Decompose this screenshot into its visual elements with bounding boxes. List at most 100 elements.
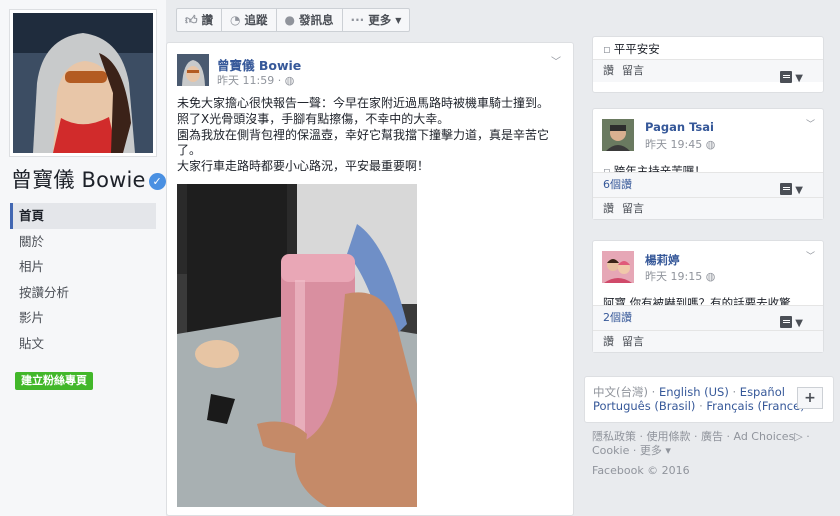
footer-link-terms[interactable]: 使用條款: [647, 430, 691, 443]
reply-link[interactable]: 留言: [622, 335, 644, 348]
more-label: 更多: [368, 13, 392, 27]
language-link-portuguese[interactable]: Português (Brasil): [593, 399, 695, 413]
caret-down-icon: ▼: [795, 318, 803, 329]
comment-footer: 2個讚 ▼ 讚留言: [593, 305, 823, 352]
ellipsis-icon: ···: [350, 13, 365, 27]
nav-item-home[interactable]: 首頁: [10, 203, 156, 229]
create-page-button[interactable]: 建立粉絲專頁: [15, 372, 93, 390]
comment-timestamp[interactable]: 昨天 19:15 ◍: [645, 268, 715, 284]
globe-icon: ◍: [705, 138, 716, 151]
adchoices-icon: ▷: [794, 430, 803, 443]
page-action-bar: 👍︎ 讚 ◔ 追蹤 ● 發訊息 ··· 更多 ▼: [176, 8, 411, 32]
reply-link[interactable]: 留言: [622, 64, 644, 77]
comment-footer: 讚留言 ▼: [593, 59, 823, 84]
current-language: 中文(台灣): [593, 385, 648, 399]
comment-timestamp[interactable]: 昨天 19:45 ◍: [645, 136, 715, 152]
language-link-french[interactable]: Français (France): [706, 399, 804, 413]
commenter-name[interactable]: 楊莉婷: [645, 252, 680, 268]
like-link[interactable]: 讚: [603, 64, 614, 77]
commenter-name[interactable]: Pagan Tsai: [645, 120, 714, 134]
comment-options-chevron-icon[interactable]: ﹀: [806, 249, 815, 262]
follow-label: 追蹤: [244, 13, 268, 27]
commenter-avatar[interactable]: [602, 251, 634, 283]
add-language-button[interactable]: +: [797, 387, 823, 409]
nav-item-posts[interactable]: 貼文: [10, 331, 156, 357]
footer-link-privacy[interactable]: 隱私政策: [592, 430, 636, 443]
comment-time-text: 昨天 19:15: [645, 270, 703, 283]
footer-link-cookie[interactable]: Cookie: [592, 444, 629, 457]
list-icon: [780, 316, 793, 328]
footer-link-ads[interactable]: 廣告: [701, 430, 723, 443]
comment-header: 楊莉婷 昨天 19:15 ◍ ﹀: [593, 241, 823, 293]
comment-card: ▫ 平平安安 讚留言 ▼: [592, 36, 824, 93]
comment-header: Pagan Tsai 昨天 19:45 ◍ ﹀: [593, 109, 823, 161]
post-timestamp[interactable]: 昨天 11:59 · ◍: [217, 72, 294, 88]
reactions-selector[interactable]: ▼: [780, 179, 803, 203]
post-text-line: 未免大家擔心很快報告一聲：今早在家附近過馬路時被機車騎士撞到。: [177, 96, 550, 110]
verified-check-icon: ✓: [148, 173, 166, 190]
like-page-button[interactable]: 👍︎ 讚: [176, 8, 223, 32]
comment-card: Pagan Tsai 昨天 19:45 ◍ ﹀ ▫ 跨年主持辛苦囉！ 6個讚 ▼ …: [592, 108, 824, 220]
nav-item-likes[interactable]: 按讚分析: [10, 280, 156, 306]
post-author-avatar[interactable]: [177, 54, 209, 86]
rss-icon: ◔: [230, 13, 241, 27]
reactions-selector[interactable]: ▼: [780, 312, 803, 336]
globe-icon: ◍: [284, 74, 295, 87]
like-link[interactable]: 讚: [603, 202, 614, 215]
page-title: 曾寶儀 Bowie ✓: [11, 164, 166, 194]
post-time-text: 昨天 11:59: [217, 74, 275, 87]
message-label: 發訊息: [299, 13, 334, 27]
share-icon: ▫: [603, 42, 611, 56]
comment-time-text: 昨天 19:45: [645, 138, 703, 151]
language-link-spanish[interactable]: Español: [740, 385, 785, 399]
comment-text: ▫ 平平安安: [593, 39, 823, 59]
message-button[interactable]: ● 發訊息: [275, 8, 343, 32]
left-sidebar: 曾寶儀 Bowie ✓ 首頁 關於 相片 按讚分析 影片 貼文 建立粉絲專頁: [0, 0, 166, 516]
like-count-row: 6個讚 ▼: [593, 173, 823, 197]
post-card: 曾寶儀 Bowie 昨天 11:59 · ◍ ﹀ 未免大家擔心很快報告一聲：今早…: [166, 42, 574, 516]
comment-text-content: 平平安安: [613, 42, 660, 56]
post-text-line: 大家行車走路時都要小心路況，平安最重要啊！: [177, 159, 430, 174]
post-text-line: 園為我放在側背包裡的保溫壺，幸好它幫我擋下撞擊力道，真是辛苦它了。: [177, 127, 550, 158]
comment-footer: 6個讚 ▼ 讚留言: [593, 172, 823, 219]
follow-button[interactable]: ◔ 追蹤: [221, 8, 277, 32]
caret-down-icon: ▼: [795, 185, 803, 196]
post-text: 未免大家擔心很快報告一聲：今早在家附近過馬路時被機車騎士撞到。 照了X光骨頭沒事…: [177, 96, 562, 175]
nav-item-about[interactable]: 關於: [10, 229, 156, 255]
language-row-2: Português (Brasil) · Français (France): [593, 399, 805, 413]
post-photo[interactable]: [177, 184, 417, 507]
like-count[interactable]: 2個讚: [603, 311, 632, 324]
like-count-row: 2個讚 ▼: [593, 306, 823, 330]
like-link[interactable]: 讚: [603, 335, 614, 348]
footer-link-more[interactable]: 更多: [640, 444, 662, 457]
list-icon: [780, 71, 793, 83]
like-count[interactable]: 6個讚: [603, 178, 632, 191]
globe-icon: ◍: [705, 270, 716, 283]
footer-copyright: Facebook © 2016: [592, 464, 690, 477]
language-link-english[interactable]: English (US): [659, 385, 729, 399]
commenter-avatar[interactable]: [602, 119, 634, 151]
nav-item-photos[interactable]: 相片: [10, 254, 156, 280]
profile-picture[interactable]: [10, 10, 156, 156]
page-nav: 首頁 關於 相片 按讚分析 影片 貼文: [10, 203, 156, 356]
more-button[interactable]: ··· 更多 ▼: [341, 8, 411, 32]
footer-link-adchoices[interactable]: Ad Choices: [734, 430, 795, 443]
list-icon: [780, 183, 793, 195]
caret-down-icon: ▼: [395, 15, 402, 25]
footer-links: 隱私政策 · 使用條款 · 廣告 · Ad Choices▷ · Cookie …: [592, 430, 810, 457]
comment-card: 楊莉婷 昨天 19:15 ◍ ﹀ 阿寶 你有被嚇到嗎？有的話要去收驚喔！ 2個讚…: [592, 240, 824, 353]
thumbs-up-icon: 👍︎: [185, 12, 198, 27]
post-options-chevron-icon[interactable]: ﹀: [551, 53, 561, 68]
nav-item-videos[interactable]: 影片: [10, 305, 156, 331]
caret-down-icon: ▾: [661, 444, 671, 457]
reply-link[interactable]: 留言: [622, 202, 644, 215]
post-text-line: 照了X光骨頭沒事，手腳有點擦傷，不幸中的大幸。: [177, 111, 450, 126]
like-label: 讚: [201, 13, 214, 27]
caret-down-icon: ▼: [795, 73, 803, 84]
message-icon: ●: [284, 13, 296, 27]
language-selector: 中文(台灣) · English (US) · Español Portuguê…: [584, 376, 834, 423]
comment-options-chevron-icon[interactable]: ﹀: [806, 117, 815, 130]
reactions-selector[interactable]: ▼: [780, 71, 803, 84]
language-row-1: 中文(台灣) · English (US) · Español: [593, 385, 785, 399]
page-name-text: 曾寶儀 Bowie: [11, 168, 146, 192]
